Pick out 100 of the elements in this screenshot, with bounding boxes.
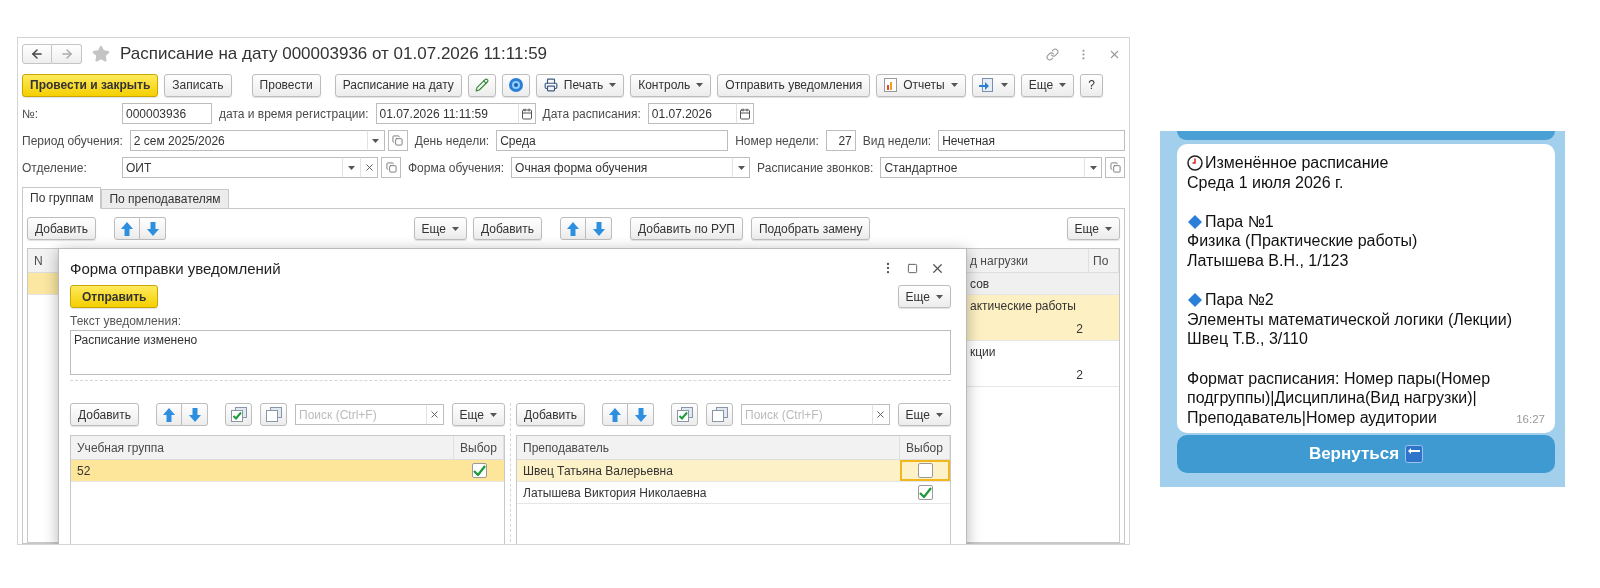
dropdown-button[interactable] <box>342 157 360 178</box>
column-header: Выбор <box>454 436 504 459</box>
export-button[interactable] <box>971 73 1015 97</box>
more-button[interactable]: Еще <box>897 285 951 308</box>
search-field[interactable]: Поиск (Ctrl+F) <box>741 404 872 425</box>
find-replacement-button[interactable]: Подобрать замену <box>750 217 871 240</box>
check-all-button[interactable] <box>225 403 253 426</box>
field-label: День недели: <box>414 133 490 148</box>
back-button[interactable] <box>22 44 52 64</box>
menu-button[interactable]: Еще <box>1020 73 1075 97</box>
table-cell-text: Латышева Виктория Николаевна <box>522 484 708 502</box>
reports-button[interactable]: Отчеты <box>876 73 966 97</box>
move-down-button[interactable] <box>140 217 167 240</box>
table-row[interactable]: 52 <box>71 460 504 482</box>
window-title: Расписание на дату 000003936 от 01.07.2026 11:11:59 <box>120 44 549 64</box>
table-row[interactable]: Латышева Виктория Николаевна <box>517 482 950 504</box>
menu-button[interactable]: Контроль <box>630 73 712 97</box>
search-field[interactable]: Поиск (Ctrl+F) <box>295 404 426 425</box>
add-button[interactable]: Добавить <box>516 403 586 426</box>
star-icon[interactable] <box>92 45 110 63</box>
diamond-icon <box>1187 291 1203 308</box>
field-label: Вид недели: <box>862 133 932 148</box>
check-icon <box>472 465 486 476</box>
close-icon <box>875 409 887 420</box>
move-up-button[interactable] <box>114 217 141 240</box>
move-up-button[interactable] <box>602 403 629 426</box>
input-field[interactable]: 000003936 <box>122 103 212 124</box>
check-all-button[interactable] <box>671 403 699 426</box>
move-up-button[interactable] <box>560 217 587 240</box>
more-button[interactable]: Еще <box>1066 217 1120 240</box>
copy-icon <box>385 162 397 173</box>
move-down-button[interactable] <box>628 403 655 426</box>
move-down-button[interactable] <box>586 217 613 240</box>
dropdown-button[interactable] <box>1084 157 1102 178</box>
field-label: Расписание звонков: <box>757 160 874 175</box>
input-field[interactable]: Очная форма обучения <box>511 157 733 178</box>
uncheck-all-button[interactable] <box>260 403 288 426</box>
toolbar-button[interactable]: ? <box>1080 73 1103 97</box>
table-row[interactable]: Швец Татьяна Валерьевна <box>517 460 950 482</box>
caret-icon <box>490 412 497 417</box>
checkbox[interactable] <box>917 485 933 500</box>
diamond-icon <box>1187 213 1203 230</box>
uncheck-all-button[interactable] <box>706 403 734 426</box>
more-button[interactable]: Еще <box>451 403 505 426</box>
tab[interactable]: По группам <box>22 187 102 209</box>
table-cell-text: Швец Татьяна Валерьевна <box>522 462 674 480</box>
caret-icon <box>1105 226 1112 231</box>
field-label: Текст уведомления: <box>70 314 182 328</box>
printer-icon <box>543 78 558 92</box>
caret-icon <box>1000 83 1008 87</box>
copy-icon <box>392 135 404 146</box>
table-cell: 2 <box>1076 322 1083 337</box>
clear-button[interactable] <box>360 157 378 178</box>
input-field[interactable]: Нечетная <box>938 130 1125 151</box>
up-arrow-icon <box>163 407 176 422</box>
tab[interactable]: По преподавателям <box>101 189 229 209</box>
subject-text: Элементы математической логики (Лекции) <box>1187 309 1512 330</box>
caret-icon <box>737 165 745 170</box>
add-button[interactable]: Добавить <box>70 403 140 426</box>
down-arrow-icon <box>188 407 201 422</box>
date-field[interactable]: 01.07.2026 <box>647 103 736 124</box>
more-button[interactable]: Еще <box>897 403 951 426</box>
checked-pages-icon <box>230 407 247 422</box>
pair-heading: Пара №1 <box>1205 211 1274 232</box>
toolbar-button[interactable]: Провести <box>251 73 321 97</box>
caret-icon <box>372 138 380 143</box>
input-field[interactable]: ОИТ <box>122 157 342 178</box>
send-button[interactable]: Отправить <box>70 285 159 308</box>
add-button[interactable]: Добавить <box>473 217 543 240</box>
print-button[interactable]: Печать <box>535 73 625 97</box>
add-button[interactable]: Добавить <box>27 217 97 240</box>
open-button[interactable] <box>381 157 401 178</box>
input-field[interactable]: 27 <box>825 130 856 151</box>
input-field[interactable]: 2 сем 2025/2026 <box>129 130 367 151</box>
field-label: Отделение: <box>22 160 88 175</box>
move-up-button[interactable] <box>156 403 183 426</box>
teacher-room-text: Латышева В.Н., 1/123 <box>1187 250 1349 271</box>
maximize-icon <box>907 262 918 274</box>
toolbar-button[interactable]: Записать <box>164 73 232 97</box>
edit-button[interactable] <box>467 73 496 97</box>
up-arrow-icon <box>609 407 622 422</box>
date-field[interactable]: 01.07.2026 11:11:59 <box>375 103 518 124</box>
dialog-title: Форма отправки уведомлений <box>70 259 282 277</box>
table-cell-text: 52 <box>76 462 92 480</box>
toolbar-button[interactable]: Отправить уведомления <box>717 73 871 97</box>
more-button[interactable]: Еще <box>413 217 467 240</box>
caret-icon <box>936 412 943 417</box>
add-by-plan-button[interactable]: Добавить по РУП <box>630 217 743 240</box>
message-field[interactable]: Расписание изменено <box>70 330 951 375</box>
checkbox[interactable] <box>917 463 933 478</box>
toolbar-button[interactable]: Расписание на дату <box>334 73 462 97</box>
input-field[interactable]: Стандартное <box>880 157 1084 178</box>
dropdown-button[interactable] <box>732 157 751 178</box>
post-and-close-button[interactable]: Провести и закрыть <box>22 73 159 97</box>
move-down-button[interactable] <box>182 403 209 426</box>
table-cell: 2 <box>1076 368 1083 383</box>
checkbox[interactable] <box>471 463 487 478</box>
teacher-room-text: Швец Т.В., 3/110 <box>1187 329 1308 349</box>
column-header: Учебная группа <box>71 436 454 459</box>
input-field[interactable]: Среда <box>496 130 729 151</box>
